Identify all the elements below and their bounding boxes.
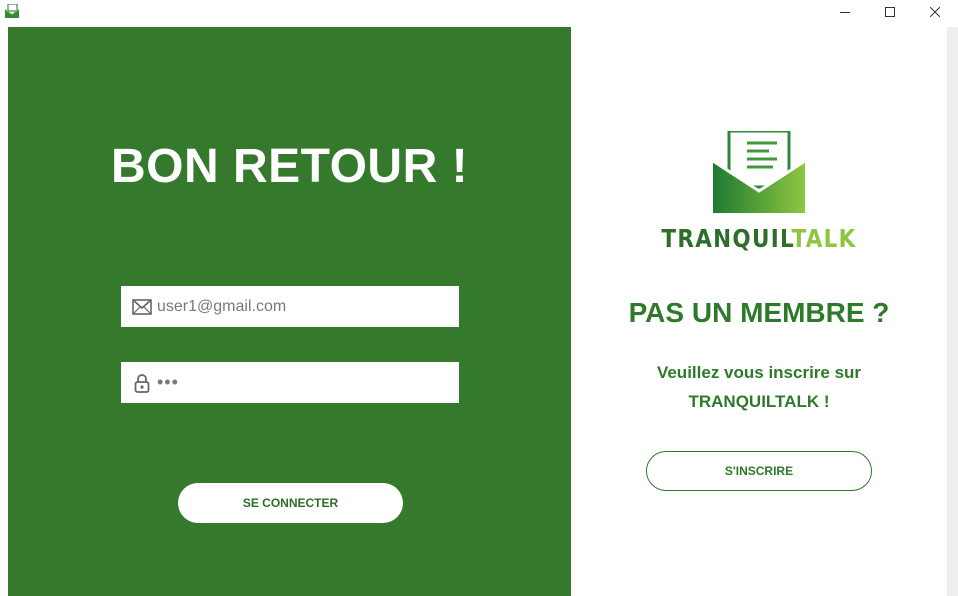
signup-heading: PAS UN MEMBRE ? — [628, 297, 890, 328]
brand-name-primary: TRANQUIL — [661, 224, 792, 253]
email-field-container — [121, 286, 459, 327]
login-title: BON RETOUR ! — [110, 140, 469, 193]
maximize-icon — [885, 7, 895, 17]
window-edge — [947, 27, 958, 596]
minimize-icon — [840, 7, 850, 17]
minimize-button[interactable] — [822, 0, 868, 24]
brand-name-accent: TALK — [791, 224, 857, 253]
signup-message: Veuillez vous inscrire sur TRANQUILTALK … — [571, 358, 947, 416]
brand-name: TRANQUILTALK — [597, 224, 920, 253]
password-input[interactable] — [157, 367, 437, 398]
signup-panel: TRANQUILTALK PAS UN MEMBRE ? Veuillez vo… — [571, 27, 947, 596]
envelope-icon — [131, 296, 153, 318]
close-icon — [930, 7, 940, 17]
email-input[interactable] — [157, 291, 437, 322]
envelope-app-icon — [4, 3, 20, 18]
close-button[interactable] — [912, 0, 958, 24]
title-bar — [0, 0, 958, 27]
login-button[interactable]: SE CONNECTER — [178, 483, 403, 523]
signup-button[interactable]: S'INSCRIRE — [646, 451, 872, 491]
tranquiltalk-logo — [711, 129, 807, 215]
signup-message-line1: Veuillez vous inscrire sur — [656, 363, 862, 382]
maximize-button[interactable] — [867, 0, 913, 24]
signup-message-line2: TRANQUILTALK ! — [688, 392, 830, 411]
lock-icon — [131, 372, 153, 394]
login-panel: BON RETOUR ! SE CONNECTER — [8, 27, 571, 596]
password-field-container — [121, 362, 459, 403]
